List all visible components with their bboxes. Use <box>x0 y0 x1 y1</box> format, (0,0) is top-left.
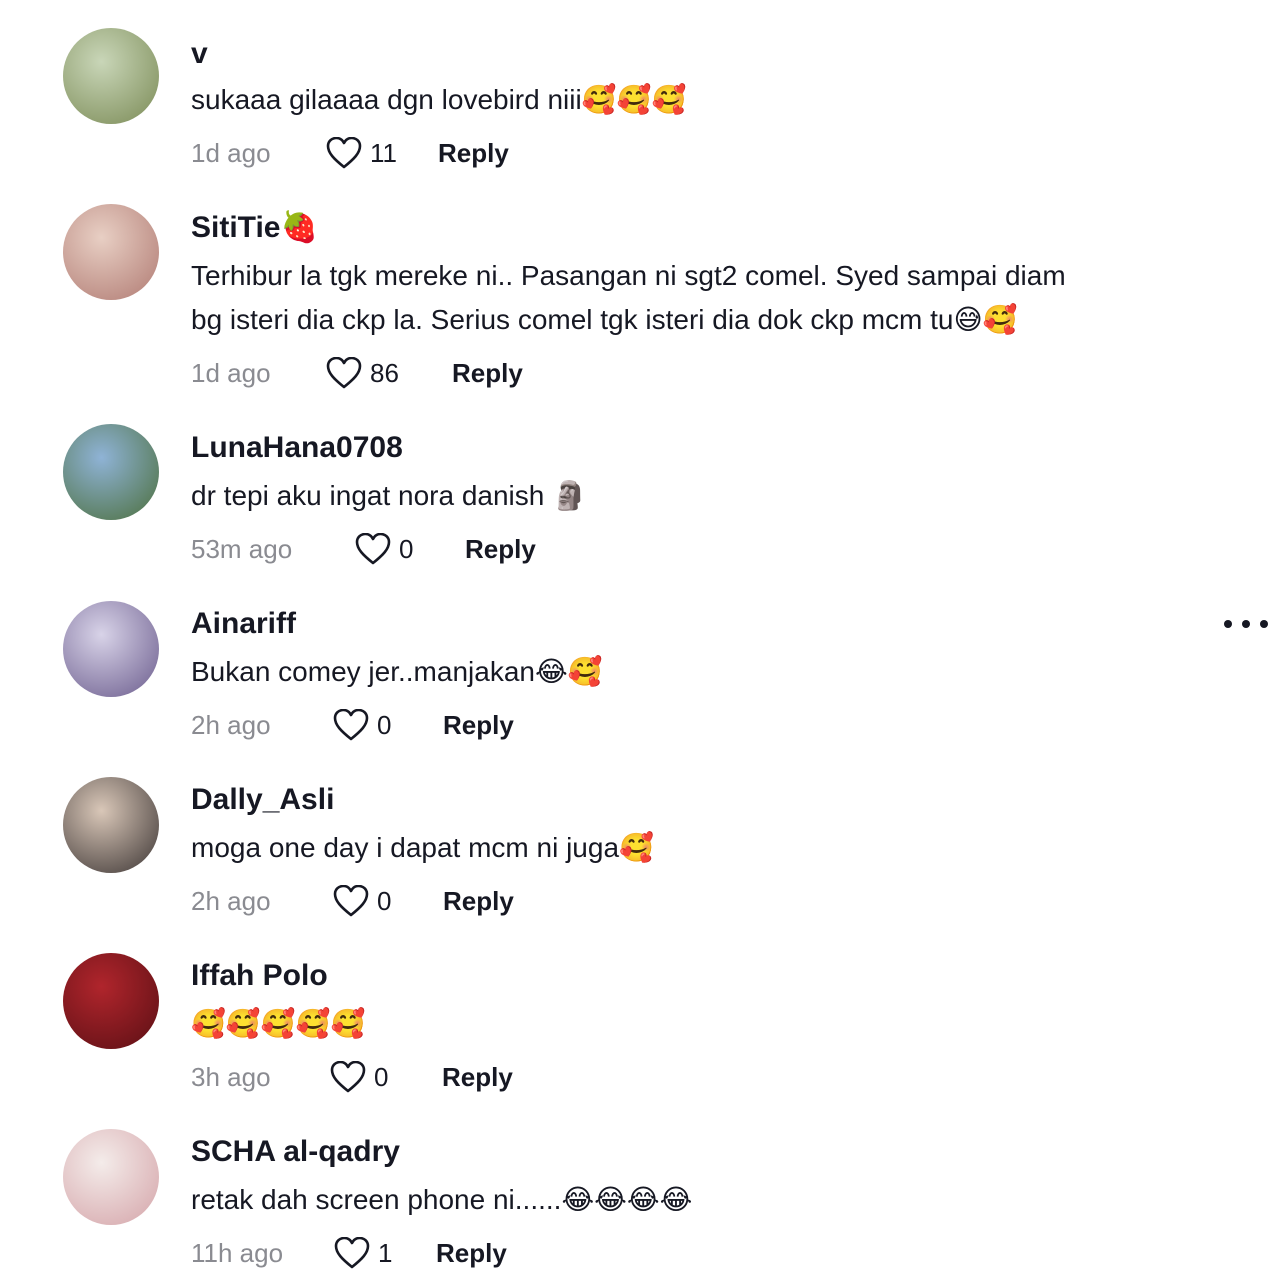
comment-timestamp: 2h ago <box>191 709 271 740</box>
reply-button[interactable]: Reply <box>436 1238 507 1269</box>
like-count: 1 <box>378 1237 393 1268</box>
reply-button[interactable]: Reply <box>443 886 514 917</box>
comment-meta: 3h ago 0 Reply <box>191 1057 513 1097</box>
comment-text-line: sukaaa gilaaaa dgn lovebird niii🥰🥰🥰 <box>191 84 687 115</box>
heart-icon <box>326 137 362 169</box>
like-button[interactable]: 0 <box>355 533 465 565</box>
comment-text-line: Terhibur la tgk mereke ni.. Pasangan ni … <box>191 260 1066 291</box>
comment-meta: 2h ago 0 Reply <box>191 705 514 745</box>
comment-timestamp: 11h ago <box>191 1237 284 1268</box>
heart-icon <box>333 709 369 741</box>
reply-button[interactable]: Reply <box>442 1062 513 1093</box>
comment-timestamp: 53m ago <box>191 533 293 564</box>
like-button[interactable]: 86 <box>326 357 452 389</box>
comment-timestamp: 3h ago <box>191 1061 271 1092</box>
like-button[interactable]: 11 <box>326 137 438 169</box>
heart-icon <box>334 1237 370 1269</box>
comment-username[interactable]: Iffah Polo <box>191 958 328 994</box>
comment-timestamp: 1d ago <box>191 357 271 388</box>
like-count: 0 <box>374 1061 389 1092</box>
like-count: 86 <box>370 357 399 388</box>
like-button[interactable]: 1 <box>334 1237 436 1269</box>
like-button[interactable]: 0 <box>333 885 443 917</box>
reply-button[interactable]: Reply <box>443 710 514 741</box>
comment-username[interactable]: Ainariff <box>191 606 296 642</box>
avatar[interactable] <box>63 777 159 873</box>
comment-text: 🥰🥰🥰🥰🥰 <box>191 1002 1171 1046</box>
comment-username[interactable]: Dally_Asli <box>191 782 334 818</box>
comment-text-line: dr tepi aku ingat nora danish 🗿 <box>191 480 587 511</box>
avatar[interactable] <box>63 28 159 124</box>
comment-text: Terhibur la tgk mereke ni.. Pasangan ni … <box>191 254 1171 342</box>
reply-button[interactable]: Reply <box>465 534 536 565</box>
comment-text-line: Bukan comey jer..manjakan😂🥰 <box>191 656 603 687</box>
heart-icon <box>355 533 391 565</box>
comment-text-line: retak dah screen phone ni......😂😂😂😂 <box>191 1184 693 1215</box>
like-count: 0 <box>377 885 392 916</box>
heart-icon <box>330 1061 366 1093</box>
avatar[interactable] <box>63 601 159 697</box>
comment-meta: 1d ago 86 Reply <box>191 353 523 393</box>
like-button[interactable]: 0 <box>333 709 443 741</box>
comment-timestamp: 1d ago <box>191 137 271 168</box>
ellipsis-icon <box>1224 620 1232 628</box>
comment-text-line: moga one day i dapat mcm ni juga🥰 <box>191 832 654 863</box>
comment-username[interactable]: SCHA al-qadry <box>191 1134 400 1170</box>
comment-text: sukaaa gilaaaa dgn lovebird niii🥰🥰🥰 <box>191 78 1171 122</box>
heart-icon <box>326 357 362 389</box>
avatar[interactable] <box>63 1129 159 1225</box>
comment-text: retak dah screen phone ni......😂😂😂😂 <box>191 1178 1171 1222</box>
more-options-button[interactable] <box>1224 612 1268 636</box>
avatar[interactable] <box>63 424 159 520</box>
comment-timestamp: 2h ago <box>191 885 271 916</box>
comment-username[interactable]: SitiTie🍓 <box>191 210 318 246</box>
comment-text: dr tepi aku ingat nora danish 🗿 <box>191 474 1171 518</box>
like-count: 0 <box>377 709 392 740</box>
comment-meta: 1d ago 11 Reply <box>191 133 509 173</box>
ellipsis-icon <box>1242 620 1250 628</box>
like-count: 0 <box>399 533 414 564</box>
avatar[interactable] <box>63 204 159 300</box>
reply-button[interactable]: Reply <box>438 138 509 169</box>
comment-meta: 2h ago 0 Reply <box>191 881 514 921</box>
comment-meta: 11h ago 1 Reply <box>191 1233 507 1273</box>
comment-meta: 53m ago 0 Reply <box>191 529 536 569</box>
comment-text: Bukan comey jer..manjakan😂🥰 <box>191 650 1171 694</box>
comment-text-line: 🥰🥰🥰🥰🥰 <box>191 1008 366 1039</box>
ellipsis-icon <box>1260 620 1268 628</box>
like-count: 11 <box>370 137 397 168</box>
comment-text-line: bg isteri dia ckp la. Serius comel tgk i… <box>191 304 1018 335</box>
comment-username[interactable]: v <box>191 36 208 72</box>
like-button[interactable]: 0 <box>330 1061 442 1093</box>
heart-icon <box>333 885 369 917</box>
comment-username[interactable]: LunaHana0708 <box>191 430 403 466</box>
reply-button[interactable]: Reply <box>452 358 523 389</box>
avatar[interactable] <box>63 953 159 1049</box>
comment-text: moga one day i dapat mcm ni juga🥰 <box>191 826 1171 870</box>
